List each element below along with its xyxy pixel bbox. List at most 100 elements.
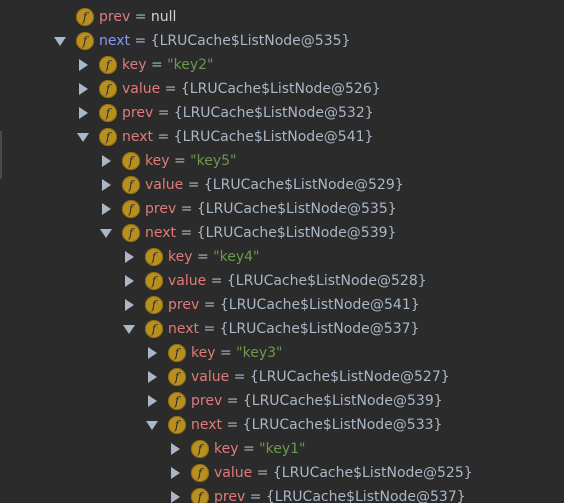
- variable-row[interactable]: f prev = {LRUCache$ListNode@537}: [0, 485, 564, 503]
- field-icon: f: [191, 488, 209, 503]
- field-icon: f: [122, 200, 140, 218]
- variable-label: prev = {LRUCache$ListNode@541}: [168, 297, 420, 313]
- variable-name: next: [122, 129, 154, 145]
- variable-value: {LRUCache$ListNode@537}: [219, 321, 420, 337]
- variable-row[interactable]: f value = {LRUCache$ListNode@527}: [0, 365, 564, 389]
- variable-row[interactable]: f next = {LRUCache$ListNode@539}: [0, 221, 564, 245]
- expand-arrow-icon[interactable]: [102, 203, 111, 215]
- field-icon: f: [168, 368, 186, 386]
- variable-name: key: [145, 153, 170, 169]
- expand-arrow-icon[interactable]: [148, 395, 157, 407]
- variable-name: value: [191, 369, 230, 385]
- expand-arrow-icon[interactable]: [79, 107, 88, 119]
- field-icon: f: [99, 80, 117, 98]
- variable-row[interactable]: f prev = {LRUCache$ListNode@532}: [0, 101, 564, 125]
- variable-label: prev = null: [99, 9, 177, 25]
- field-icon: f: [145, 296, 163, 314]
- variable-name: value: [214, 465, 253, 481]
- variable-name: next: [168, 321, 200, 337]
- variable-name: key: [214, 441, 239, 457]
- expand-arrow-icon[interactable]: [148, 347, 157, 359]
- variable-row[interactable]: f prev = {LRUCache$ListNode@541}: [0, 293, 564, 317]
- variable-label: next = {LRUCache$ListNode@539}: [145, 225, 397, 241]
- variable-row[interactable]: f next = {LRUCache$ListNode@537}: [0, 317, 564, 341]
- expand-arrow-icon[interactable]: [79, 83, 88, 95]
- collapse-arrow-icon[interactable]: [146, 421, 158, 430]
- variable-row[interactable]: f next = {LRUCache$ListNode@535}: [0, 29, 564, 53]
- variable-value: {LRUCache$ListNode@533}: [242, 417, 443, 433]
- variable-row[interactable]: f value = {LRUCache$ListNode@528}: [0, 269, 564, 293]
- variable-row[interactable]: f prev = {LRUCache$ListNode@539}: [0, 389, 564, 413]
- variable-row[interactable]: f key = "key5": [0, 149, 564, 173]
- variable-value: {LRUCache$ListNode@529}: [203, 177, 404, 193]
- variable-row[interactable]: f prev = null: [0, 5, 564, 29]
- variable-name: prev: [145, 201, 177, 217]
- variable-label: prev = {LRUCache$ListNode@535}: [145, 201, 397, 217]
- variable-row[interactable]: f next = {LRUCache$ListNode@533}: [0, 413, 564, 437]
- variable-value: {LRUCache$ListNode@539}: [196, 225, 397, 241]
- variable-name: prev: [191, 393, 223, 409]
- variable-row[interactable]: f key = "key4": [0, 245, 564, 269]
- field-icon: f: [168, 416, 186, 434]
- field-icon: f: [168, 344, 186, 362]
- variable-label: value = {LRUCache$ListNode@527}: [191, 369, 450, 385]
- variable-value: null: [150, 9, 177, 25]
- variable-name: value: [145, 177, 184, 193]
- variable-name: next: [145, 225, 177, 241]
- variable-row[interactable]: f key = "key2": [0, 53, 564, 77]
- variable-name: key: [168, 249, 193, 265]
- expand-arrow-icon[interactable]: [171, 491, 180, 503]
- variable-value: {LRUCache$ListNode@539}: [242, 393, 443, 409]
- field-icon: f: [191, 440, 209, 458]
- field-icon: f: [122, 176, 140, 194]
- field-icon: f: [99, 56, 117, 74]
- variable-label: key = "key2": [122, 57, 214, 73]
- variable-label: next = {LRUCache$ListNode@533}: [191, 417, 443, 433]
- expand-arrow-icon[interactable]: [148, 371, 157, 383]
- variable-name: prev: [122, 105, 154, 121]
- expand-arrow-icon[interactable]: [125, 251, 134, 263]
- expand-arrow-icon[interactable]: [171, 467, 180, 479]
- variable-label: next = {LRUCache$ListNode@535}: [99, 33, 351, 49]
- collapse-arrow-icon[interactable]: [123, 325, 135, 334]
- variable-row[interactable]: f key = "key3": [0, 341, 564, 365]
- variable-label: value = {LRUCache$ListNode@526}: [122, 81, 381, 97]
- expand-arrow-icon[interactable]: [79, 59, 88, 71]
- field-icon: f: [99, 104, 117, 122]
- variable-label: key = "key5": [145, 153, 237, 169]
- expand-arrow-icon[interactable]: [171, 443, 180, 455]
- collapse-arrow-icon[interactable]: [100, 229, 112, 238]
- expand-arrow-icon[interactable]: [125, 299, 134, 311]
- variable-value: {LRUCache$ListNode@535}: [196, 201, 397, 217]
- variable-value: "key4": [213, 249, 260, 265]
- variable-name: next: [99, 33, 131, 49]
- variable-label: prev = {LRUCache$ListNode@539}: [191, 393, 443, 409]
- variable-row[interactable]: f value = {LRUCache$ListNode@529}: [0, 173, 564, 197]
- expand-arrow-icon[interactable]: [102, 155, 111, 167]
- variable-value: {LRUCache$ListNode@526}: [180, 81, 381, 97]
- field-icon: f: [122, 224, 140, 242]
- variable-row[interactable]: f prev = {LRUCache$ListNode@535}: [0, 197, 564, 221]
- field-icon: f: [99, 128, 117, 146]
- collapse-arrow-icon[interactable]: [77, 133, 89, 142]
- expand-arrow-icon[interactable]: [102, 179, 111, 191]
- variable-value: "key5": [190, 153, 237, 169]
- variable-row[interactable]: f next = {LRUCache$ListNode@541}: [0, 125, 564, 149]
- variable-name: prev: [99, 9, 131, 25]
- collapse-arrow-icon[interactable]: [54, 37, 66, 46]
- variable-row[interactable]: f value = {LRUCache$ListNode@525}: [0, 461, 564, 485]
- field-icon: f: [76, 32, 94, 50]
- variable-value: {LRUCache$ListNode@527}: [249, 369, 450, 385]
- variable-row[interactable]: f value = {LRUCache$ListNode@526}: [0, 77, 564, 101]
- field-icon: f: [145, 272, 163, 290]
- variable-name: key: [191, 345, 216, 361]
- variable-row[interactable]: f key = "key1": [0, 437, 564, 461]
- debugger-variables-tree: f prev = null f next = {LRUCache$ListNod…: [0, 0, 564, 503]
- variable-label: value = {LRUCache$ListNode@528}: [168, 273, 427, 289]
- variable-value: {LRUCache$ListNode@537}: [265, 489, 466, 503]
- field-icon: f: [145, 248, 163, 266]
- variable-label: key = "key4": [168, 249, 260, 265]
- expand-arrow-icon[interactable]: [125, 275, 134, 287]
- field-icon: f: [168, 392, 186, 410]
- variable-label: next = {LRUCache$ListNode@541}: [122, 129, 374, 145]
